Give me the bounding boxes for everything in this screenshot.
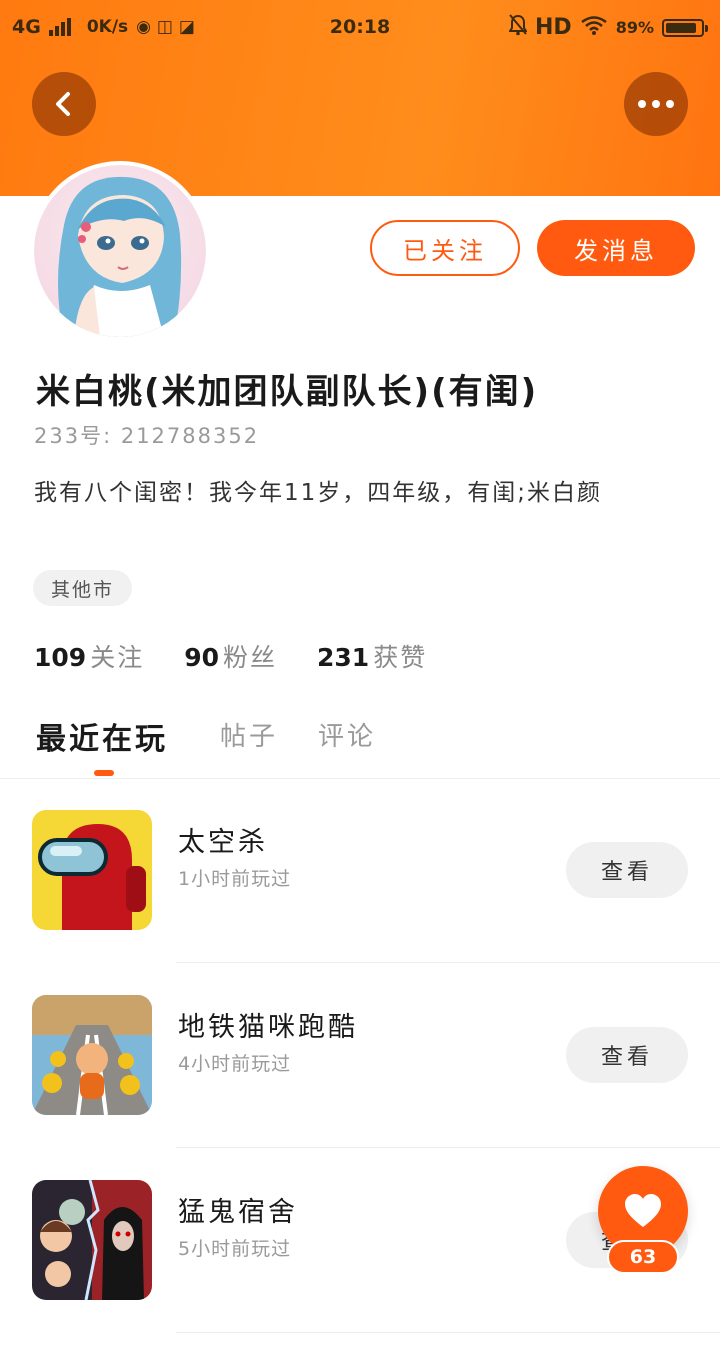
view-button[interactable]: 查看	[566, 1027, 688, 1083]
stat-followers[interactable]: 90 粉丝	[184, 638, 277, 674]
haunted-dorm-icon	[32, 1180, 152, 1300]
stat-likes[interactable]: 231 获赞	[317, 638, 427, 674]
among-us-icon	[32, 810, 152, 930]
battery-percent: 89%	[615, 18, 654, 37]
stats-row: 109 关注 90 粉丝 231 获赞	[34, 638, 427, 674]
more-horizontal-icon	[638, 100, 674, 108]
game-name: 地铁猫咪跑酷	[178, 1012, 358, 1043]
played-time: 1小时前玩过	[178, 868, 292, 890]
tab-indicator	[94, 770, 114, 776]
more-button[interactable]	[624, 72, 688, 136]
divider	[176, 1332, 720, 1333]
mute-bell-icon	[508, 14, 528, 41]
subway-cat-runner-icon	[32, 995, 152, 1115]
list-item[interactable]: 太空杀 1小时前玩过 查看	[0, 778, 720, 963]
wifi-icon	[580, 15, 608, 40]
like-count-badge: 63	[607, 1240, 679, 1274]
battery-icon	[662, 18, 708, 37]
tab-comments[interactable]: 评论	[318, 716, 376, 753]
location-tag: 其他市	[33, 570, 133, 606]
heart-icon	[625, 1194, 661, 1227]
status-bar: 4G 0K/s ◉ ◫ ◪ 20:18 HD 89%	[0, 0, 720, 56]
followed-button[interactable]: 已关注	[370, 220, 520, 276]
send-message-button[interactable]: 发消息	[537, 220, 695, 276]
back-button[interactable]	[32, 72, 96, 136]
chevron-left-icon	[56, 92, 70, 116]
hd-badge: HD	[535, 15, 572, 40]
stat-following[interactable]: 109 关注	[34, 638, 144, 674]
user-id: 233号: 212788352	[34, 424, 260, 448]
tab-posts[interactable]: 帖子	[220, 716, 278, 753]
bio: 我有八个闺密！我今年11岁，四年级，有闺;米白颜	[34, 480, 603, 506]
game-name: 太空杀	[178, 827, 268, 858]
tab-bar: 最近在玩 帖子 评论	[0, 700, 720, 779]
username: 米白桃(米加团队副队长)(有闺)	[36, 372, 539, 412]
avatar[interactable]	[34, 165, 206, 337]
played-time: 4小时前玩过	[178, 1053, 292, 1075]
played-time: 5小时前玩过	[178, 1238, 292, 1260]
view-button[interactable]: 查看	[566, 842, 688, 898]
tab-recently-played[interactable]: 最近在玩	[36, 714, 168, 758]
anime-girl-avatar	[34, 165, 206, 337]
game-name: 猛鬼宿舍	[178, 1197, 298, 1228]
list-item[interactable]: 地铁猫咪跑酷 4小时前玩过 查看	[0, 963, 720, 1148]
